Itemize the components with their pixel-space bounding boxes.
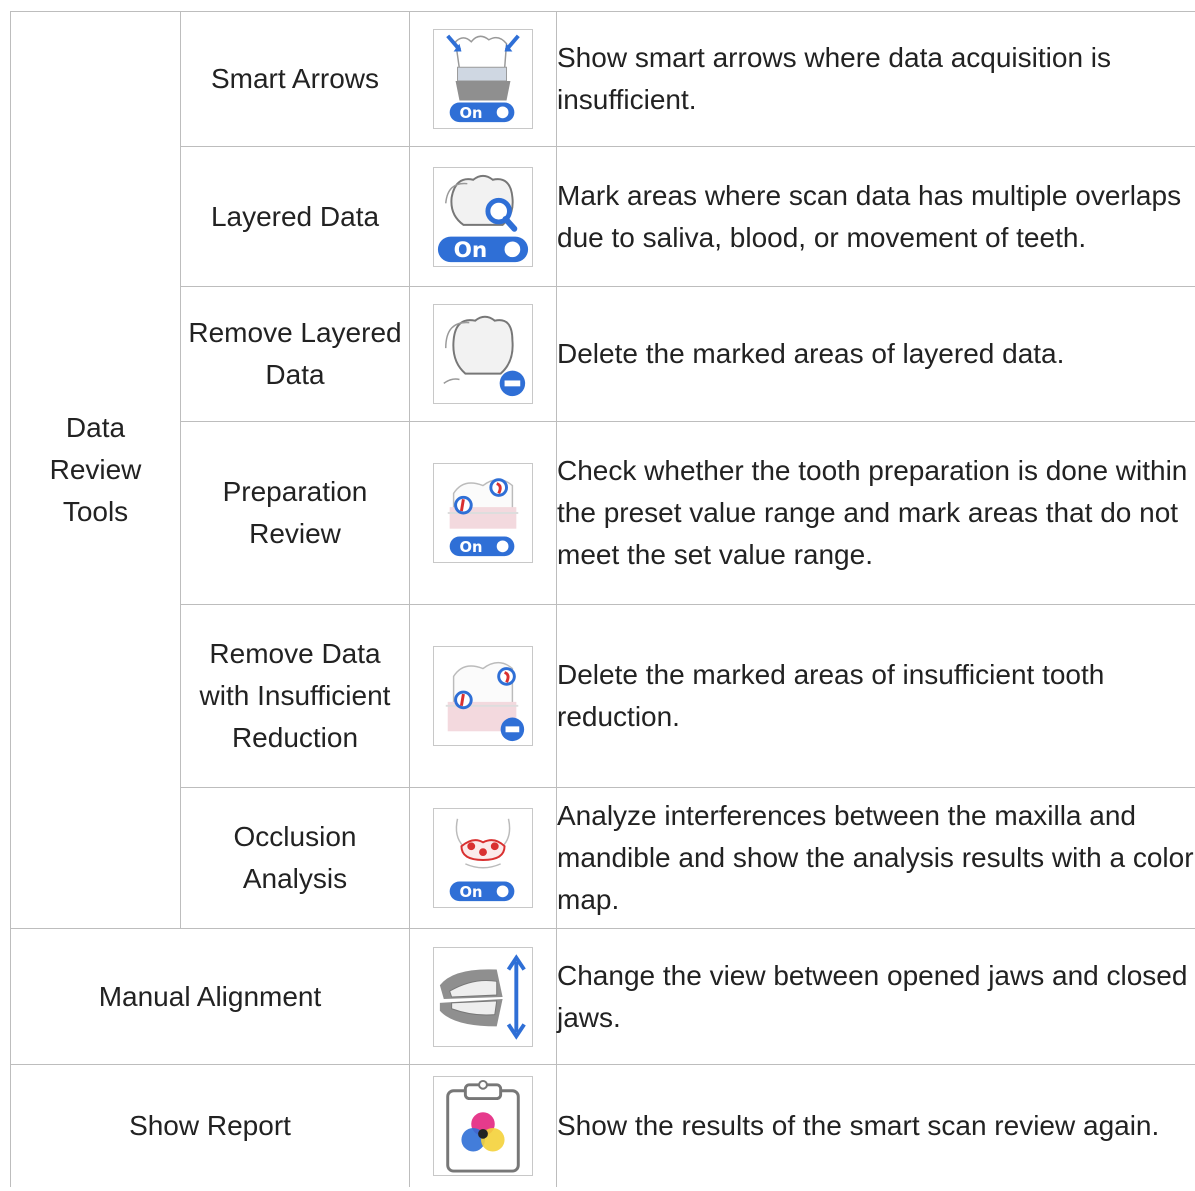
tool-name: Occlusion Analysis [180, 787, 410, 929]
table-row: Manual Alignment Change the view between… [10, 928, 1195, 1065]
tool-description: Analyze interferences between the maxill… [556, 787, 1195, 929]
group-label-text: Data Review Tools [49, 412, 142, 527]
tool-name: Remove Data with Insufficient Reduction [180, 604, 410, 788]
tool-name: Preparation Review [180, 421, 410, 605]
table-row: Layered Data On Mark areas where scan da… [11, 146, 1195, 287]
remove-insufficient-reduction-icon[interactable] [433, 646, 533, 746]
toggle-on-label: On [454, 238, 488, 263]
manual-alignment-icon[interactable] [433, 946, 533, 1047]
table-row: Data Review Tools Smart Arrows On Show s… [10, 11, 1195, 929]
tool-description: Check whether the tooth preparation is d… [556, 421, 1195, 605]
layered-data-icon[interactable]: On [433, 166, 533, 267]
tool-name: Manual Alignment [10, 928, 410, 1065]
toggle-on-label: On [459, 884, 482, 901]
tool-description: Show the results of the smart scan revie… [556, 1064, 1195, 1187]
preparation-review-icon[interactable]: On [433, 463, 533, 563]
tool-description: Show smart arrows where data acquisition… [556, 11, 1195, 147]
tool-name: Show Report [10, 1064, 410, 1187]
show-report-icon[interactable] [433, 1075, 533, 1176]
smart-arrows-icon[interactable]: On [433, 29, 533, 129]
table-row: Show Report Show the results of the smar… [10, 1064, 1195, 1187]
tool-name: Remove Layered Data [180, 286, 410, 422]
tool-description: Change the view between opened jaws and … [556, 928, 1195, 1065]
table-row: Preparation Review On Check whether the … [11, 421, 1195, 605]
tool-name: Smart Arrows [180, 11, 410, 147]
data-review-tools-table: Data Review Tools Smart Arrows On Show s… [10, 11, 1195, 1187]
toggle-on-label: On [459, 539, 482, 556]
group-label: Data Review Tools [10, 11, 181, 929]
tool-description: Delete the marked areas of layered data. [556, 286, 1195, 422]
table-row: Remove Data with Insufficient Reduction … [11, 604, 1195, 788]
tool-description: Delete the marked areas of insufficient … [556, 604, 1195, 788]
tool-name: Layered Data [180, 146, 410, 287]
occlusion-analysis-icon[interactable]: On [433, 808, 533, 908]
remove-layered-data-icon[interactable] [433, 304, 533, 404]
toggle-on-label: On [459, 105, 482, 122]
table-row: Remove Layered Data Delete the marked ar… [11, 286, 1195, 422]
table-row: Occlusion Analysis On Analyze interferen… [11, 787, 1195, 929]
tool-description: Mark areas where scan data has multiple … [556, 146, 1195, 287]
